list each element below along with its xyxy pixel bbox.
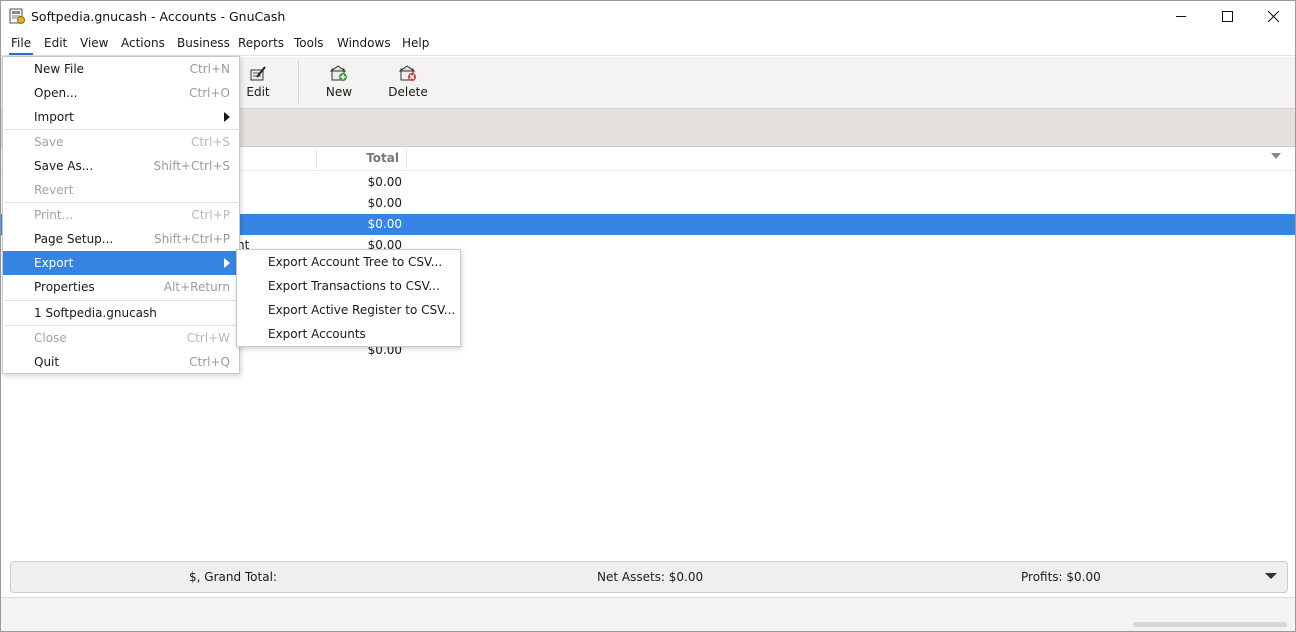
maximize-icon bbox=[1221, 11, 1233, 22]
menu-item-label: Export Active Register to CSV... bbox=[268, 303, 456, 317]
menu-item-shortcut: Shift+Ctrl+P bbox=[154, 232, 230, 246]
export-active-register-csv[interactable]: Export Active Register to CSV... bbox=[237, 298, 460, 322]
summary-bar: $, Grand Total: Net Assets: $0.00 Profit… bbox=[10, 561, 1288, 593]
new-button-label: New bbox=[325, 85, 353, 99]
account-total: $0.00 bbox=[367, 175, 402, 189]
menu-item-label: New File bbox=[34, 62, 85, 76]
progress-bar bbox=[1133, 622, 1287, 627]
edit-account-button[interactable]: Edit bbox=[239, 61, 277, 105]
file-menu-open[interactable]: Open... Ctrl+O bbox=[3, 81, 239, 105]
file-menu-page-setup[interactable]: Page Setup... Shift+Ctrl+P bbox=[3, 227, 239, 251]
export-transactions-csv[interactable]: Export Transactions to CSV... bbox=[237, 274, 460, 298]
close-icon bbox=[1267, 11, 1279, 22]
menu-item-label: Open... bbox=[34, 86, 78, 100]
file-menu-export[interactable]: Export bbox=[3, 251, 239, 275]
menu-view[interactable]: View bbox=[78, 32, 110, 55]
gnucash-app-icon bbox=[9, 8, 25, 24]
window-title: Softpedia.gnucash - Accounts - GnuCash bbox=[31, 9, 286, 24]
file-menu-save-as[interactable]: Save As... Shift+Ctrl+S bbox=[3, 154, 239, 178]
menu-file[interactable]: File bbox=[9, 32, 34, 55]
menu-item-label: Page Setup... bbox=[34, 232, 114, 246]
menu-tools[interactable]: Tools bbox=[292, 32, 326, 55]
menu-item-shortcut: Ctrl+O bbox=[189, 86, 230, 100]
menu-item-label: Export bbox=[34, 256, 74, 270]
grand-total-label: $, Grand Total: bbox=[189, 570, 277, 584]
menu-item-shortcut: Shift+Ctrl+S bbox=[153, 159, 230, 173]
menu-item-shortcut: Ctrl+W bbox=[186, 331, 230, 345]
file-menu-properties[interactable]: Properties Alt+Return bbox=[3, 275, 239, 299]
summary-dropdown-arrow-icon[interactable] bbox=[1265, 573, 1277, 580]
status-bar bbox=[1, 597, 1295, 631]
menu-item-shortcut: Ctrl+N bbox=[189, 62, 230, 76]
title-bar: Softpedia.gnucash - Accounts - GnuCash bbox=[1, 1, 1295, 32]
menu-item-label: Close bbox=[34, 331, 67, 345]
menu-item-label: Quit bbox=[34, 355, 60, 369]
menu-item-label: Export Account Tree to CSV... bbox=[268, 255, 443, 269]
menu-item-label: Save As... bbox=[34, 159, 94, 173]
menu-reports[interactable]: Reports bbox=[236, 32, 286, 55]
menu-item-label: Properties bbox=[34, 280, 95, 294]
menu-item-shortcut: Ctrl+P bbox=[191, 208, 230, 222]
delete-button-label: Delete bbox=[388, 85, 428, 99]
menu-item-shortcut: Alt+Return bbox=[163, 280, 230, 294]
toolbar-separator bbox=[298, 61, 299, 103]
file-menu-import[interactable]: Import bbox=[3, 105, 239, 129]
column-header-total[interactable]: Total bbox=[341, 151, 399, 165]
close-window-button[interactable] bbox=[1250, 1, 1296, 32]
menu-business[interactable]: Business bbox=[175, 32, 232, 55]
column-separator bbox=[316, 149, 317, 169]
menu-item-shortcut: Ctrl+Q bbox=[189, 355, 230, 369]
account-total: $0.00 bbox=[367, 196, 402, 210]
menu-item-label: Import bbox=[34, 110, 74, 124]
submenu-arrow-icon bbox=[224, 258, 230, 268]
minimize-button[interactable] bbox=[1158, 1, 1204, 32]
menu-item-shortcut: Ctrl+S bbox=[190, 135, 230, 149]
profits-value: Profits: $0.00 bbox=[1021, 570, 1101, 584]
export-accounts[interactable]: Export Accounts bbox=[237, 322, 460, 346]
menu-actions[interactable]: Actions bbox=[119, 32, 167, 55]
file-menu-new-file[interactable]: New File Ctrl+N bbox=[3, 57, 239, 81]
export-account-tree-csv[interactable]: Export Account Tree to CSV... bbox=[237, 250, 460, 274]
menu-item-label: Export Transactions to CSV... bbox=[268, 279, 440, 293]
file-menu-dropdown: New File Ctrl+N Open... Ctrl+O Import Sa… bbox=[2, 56, 240, 374]
account-total: $0.00 bbox=[367, 217, 402, 231]
new-account-icon bbox=[330, 65, 347, 81]
net-assets-value: Net Assets: $0.00 bbox=[597, 570, 704, 584]
maximize-button[interactable] bbox=[1204, 1, 1250, 32]
column-chooser-chevron-icon[interactable] bbox=[1271, 153, 1281, 160]
edit-button-label: Edit bbox=[246, 85, 270, 99]
menu-help[interactable]: Help bbox=[400, 32, 431, 55]
delete-account-button[interactable]: Delete bbox=[387, 61, 429, 105]
menu-windows[interactable]: Windows bbox=[335, 32, 393, 55]
submenu-arrow-icon bbox=[224, 112, 230, 122]
menu-item-label: Export Accounts bbox=[268, 327, 366, 341]
menu-item-label: Revert bbox=[34, 183, 74, 197]
menu-item-label: 1 Softpedia.gnucash bbox=[34, 306, 157, 320]
menu-edit[interactable]: Edit bbox=[42, 32, 69, 55]
menu-bar: File Edit View Actions Business Reports … bbox=[1, 32, 1295, 56]
export-submenu: Export Account Tree to CSV... Export Tra… bbox=[236, 249, 461, 347]
edit-account-icon bbox=[250, 66, 266, 81]
delete-account-icon bbox=[399, 65, 416, 81]
column-separator bbox=[406, 149, 407, 169]
file-menu-revert: Revert bbox=[3, 178, 239, 202]
file-menu-quit[interactable]: Quit Ctrl+Q bbox=[3, 350, 239, 374]
minimize-icon bbox=[1175, 16, 1186, 17]
file-menu-save: Save Ctrl+S bbox=[3, 130, 239, 154]
new-account-button[interactable]: New bbox=[321, 61, 357, 105]
file-menu-recent-file[interactable]: 1 Softpedia.gnucash bbox=[3, 301, 239, 325]
file-menu-close: Close Ctrl+W bbox=[3, 326, 239, 350]
gnucash-window: Softpedia.gnucash - Accounts - GnuCash F… bbox=[0, 0, 1296, 632]
menu-item-label: Print... bbox=[34, 208, 74, 222]
file-menu-print: Print... Ctrl+P bbox=[3, 203, 239, 227]
menu-item-label: Save bbox=[34, 135, 64, 149]
